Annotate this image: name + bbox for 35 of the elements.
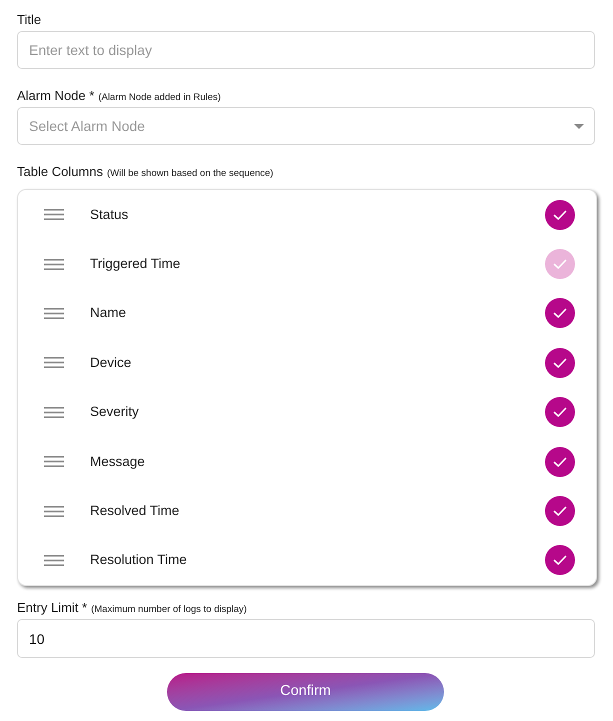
check-circle-icon[interactable]	[545, 446, 575, 477]
drag-handle-icon[interactable]	[44, 357, 64, 368]
drag-handle-icon[interactable]	[44, 506, 64, 517]
check-circle-icon[interactable]	[545, 397, 575, 428]
check-circle-icon[interactable]	[545, 545, 575, 576]
field-hint: (Will be shown based on the sequence)	[107, 167, 274, 181]
caret-icon	[574, 124, 584, 128]
check-circle-icon[interactable]	[545, 298, 575, 328]
column-name: Message	[90, 452, 145, 471]
column-name: Status	[90, 206, 128, 224]
column-name: Resolution Time	[90, 551, 187, 570]
drag-handle-icon[interactable]	[44, 456, 64, 468]
field-label: Alarm Node *	[17, 87, 94, 105]
column-name: Resolved Time	[90, 502, 180, 520]
column-name: Name	[90, 304, 126, 322]
title-input[interactable]: Enter text to display	[17, 31, 595, 69]
drag-handle-icon[interactable]	[44, 258, 64, 270]
alarm-node-select[interactable]: Select Alarm Node	[17, 107, 595, 145]
field-hint: (Alarm Node added in Rules)	[98, 91, 221, 105]
confirm-button[interactable]: Confirm	[167, 673, 444, 712]
column-name: Triggered Time	[90, 254, 180, 273]
field-label: Entry Limit *	[17, 599, 88, 618]
column-name: Device	[90, 354, 132, 372]
drag-handle-icon[interactable]	[44, 308, 64, 319]
field-label: Table Columns	[17, 163, 103, 181]
check-circle-icon[interactable]	[545, 200, 575, 230]
drag-handle-icon[interactable]	[44, 406, 64, 418]
drag-handle-icon[interactable]	[44, 209, 64, 220]
field-label: Title	[17, 11, 42, 29]
check-circle-icon[interactable]	[545, 496, 575, 526]
field-hint: (Maximum number of logs to display)	[91, 603, 247, 618]
drag-handle-icon[interactable]	[44, 554, 64, 566]
column-name: Severity	[90, 403, 139, 422]
entry-limit-input[interactable]: 10	[17, 619, 595, 658]
check-circle-icon[interactable]	[545, 348, 575, 378]
